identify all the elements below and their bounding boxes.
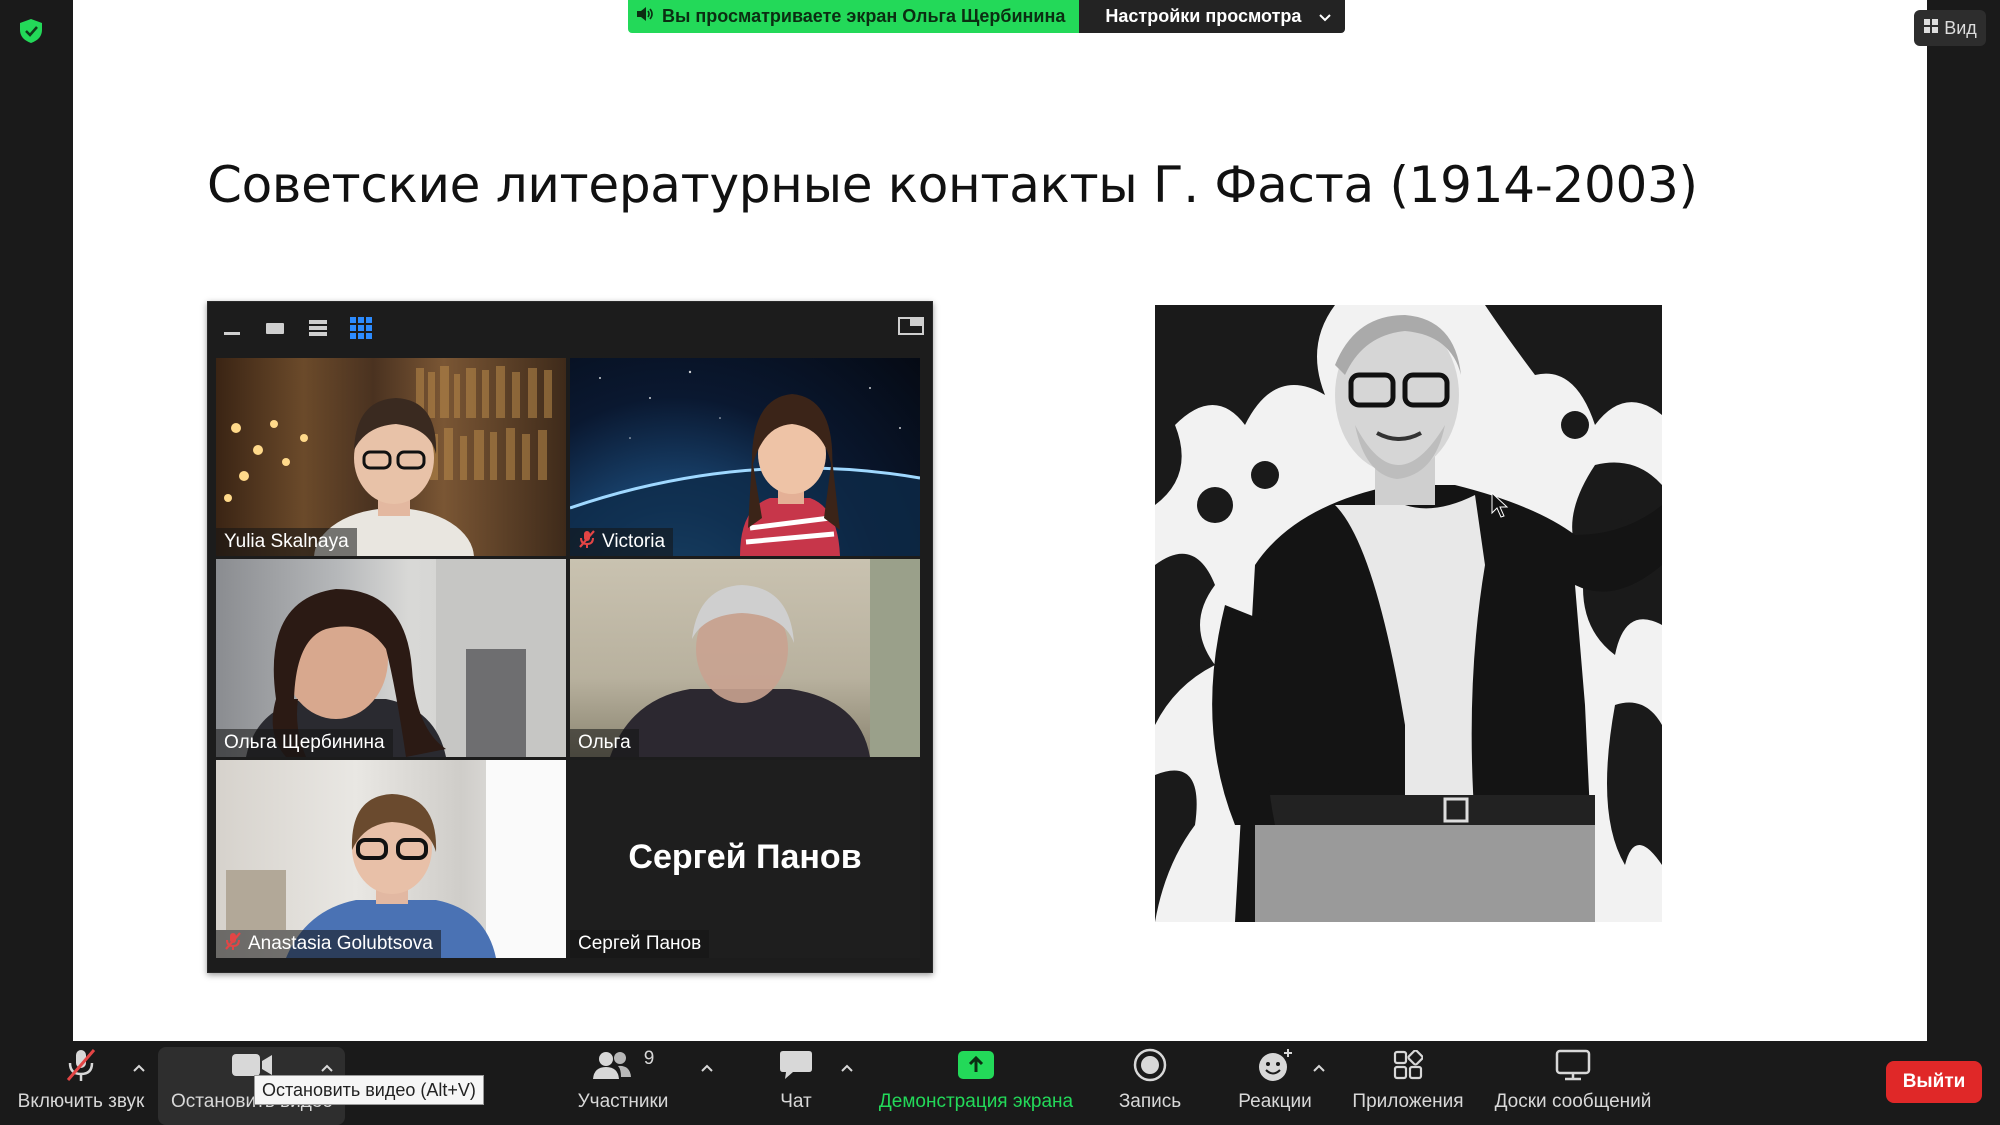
whiteboards-button[interactable]: Доски сообщений: [1490, 1041, 1656, 1125]
muted-mic-icon: [578, 529, 596, 555]
participants-button[interactable]: 9 Участники: [568, 1041, 678, 1125]
apps-icon: [1393, 1041, 1423, 1089]
video-tile[interactable]: Victoria: [570, 358, 920, 556]
participant-video: [216, 358, 566, 556]
shared-screen: Советские литературные контакты Г. Фаста…: [73, 0, 1927, 1041]
participant-video: [570, 358, 920, 556]
video-tile[interactable]: Yulia Skalnaya: [216, 358, 566, 556]
audio-options-caret[interactable]: [130, 1059, 148, 1077]
participant-name-label: Сергей Панов: [570, 930, 710, 958]
participant-name-label: Ольга Щербинина: [216, 729, 393, 757]
reactions-button[interactable]: Реакции: [1232, 1041, 1318, 1125]
grid-icon: [1923, 18, 1939, 39]
share-screen-button[interactable]: Демонстрация экрана: [876, 1041, 1076, 1125]
chevron-down-icon: [1319, 6, 1332, 27]
record-icon: [1133, 1041, 1167, 1089]
participant-name-label: Victoria: [570, 528, 674, 556]
zoom-meeting-window: Советские литературные контакты Г. Фаста…: [0, 0, 2000, 1125]
view-options-button[interactable]: Настройки просмотра: [1079, 0, 1346, 33]
participant-video: [570, 559, 920, 757]
sharing-indicator: Вы просматриваете экран Ольга Щербинина: [628, 0, 1080, 33]
speaker-view-icon[interactable]: [263, 316, 287, 340]
apps-button[interactable]: Приложения: [1348, 1041, 1468, 1125]
portrait-photo: [1155, 305, 1662, 922]
screen-share-banner: Вы просматриваете экран Ольга Щербинина …: [628, 0, 1346, 33]
reactions-options-caret[interactable]: [1310, 1059, 1328, 1077]
participants-count: 9: [643, 1048, 655, 1069]
video-tile[interactable]: Сергей Панов Сергей Панов: [570, 760, 920, 958]
participant-video: [216, 559, 566, 757]
speaker-icon: [636, 6, 654, 27]
participant-name-label: Anastasia Golubtsova: [216, 930, 441, 958]
video-tile[interactable]: Ольга: [570, 559, 920, 757]
unmute-button[interactable]: Включить звук: [12, 1041, 150, 1125]
gallery-toolbar: [208, 302, 932, 354]
slide-title: Советские литературные контакты Г. Фаста…: [207, 156, 1698, 214]
video-tile[interactable]: Anastasia Golubtsova: [216, 760, 566, 958]
reaction-smiley-icon: [1256, 1041, 1294, 1089]
chat-options-caret[interactable]: [838, 1059, 856, 1077]
share-screen-icon: [957, 1041, 995, 1089]
view-button[interactable]: Вид: [1914, 10, 1986, 46]
participant-name-label: Ольга: [570, 729, 639, 757]
participant-display-name: Сергей Панов: [628, 838, 862, 876]
participants-icon: 9: [592, 1041, 655, 1089]
strip-view-icon[interactable]: [306, 316, 330, 340]
gallery-view-window: Yulia Skalnaya Victoria Ольга Щербинина …: [207, 301, 933, 973]
participant-video: [216, 760, 566, 958]
stop-video-tooltip: Остановить видео (Alt+V): [254, 1075, 484, 1105]
whiteboard-icon: [1555, 1041, 1591, 1089]
exit-fullscreen-icon[interactable]: [898, 314, 924, 338]
security-shield-icon[interactable]: [18, 18, 44, 44]
muted-mic-icon: [224, 931, 242, 957]
chat-bubble-icon: [779, 1041, 813, 1089]
record-button[interactable]: Запись: [1110, 1041, 1190, 1125]
participant-name-label: Yulia Skalnaya: [216, 528, 357, 556]
grid-view-icon[interactable]: [349, 316, 373, 340]
participants-options-caret[interactable]: [698, 1059, 716, 1077]
video-tile[interactable]: Ольга Щербинина: [216, 559, 566, 757]
leave-button[interactable]: Выйти: [1886, 1061, 1982, 1103]
chat-button[interactable]: Чат: [766, 1041, 826, 1125]
minimize-icon[interactable]: [220, 316, 244, 340]
muted-mic-icon: [64, 1041, 98, 1089]
